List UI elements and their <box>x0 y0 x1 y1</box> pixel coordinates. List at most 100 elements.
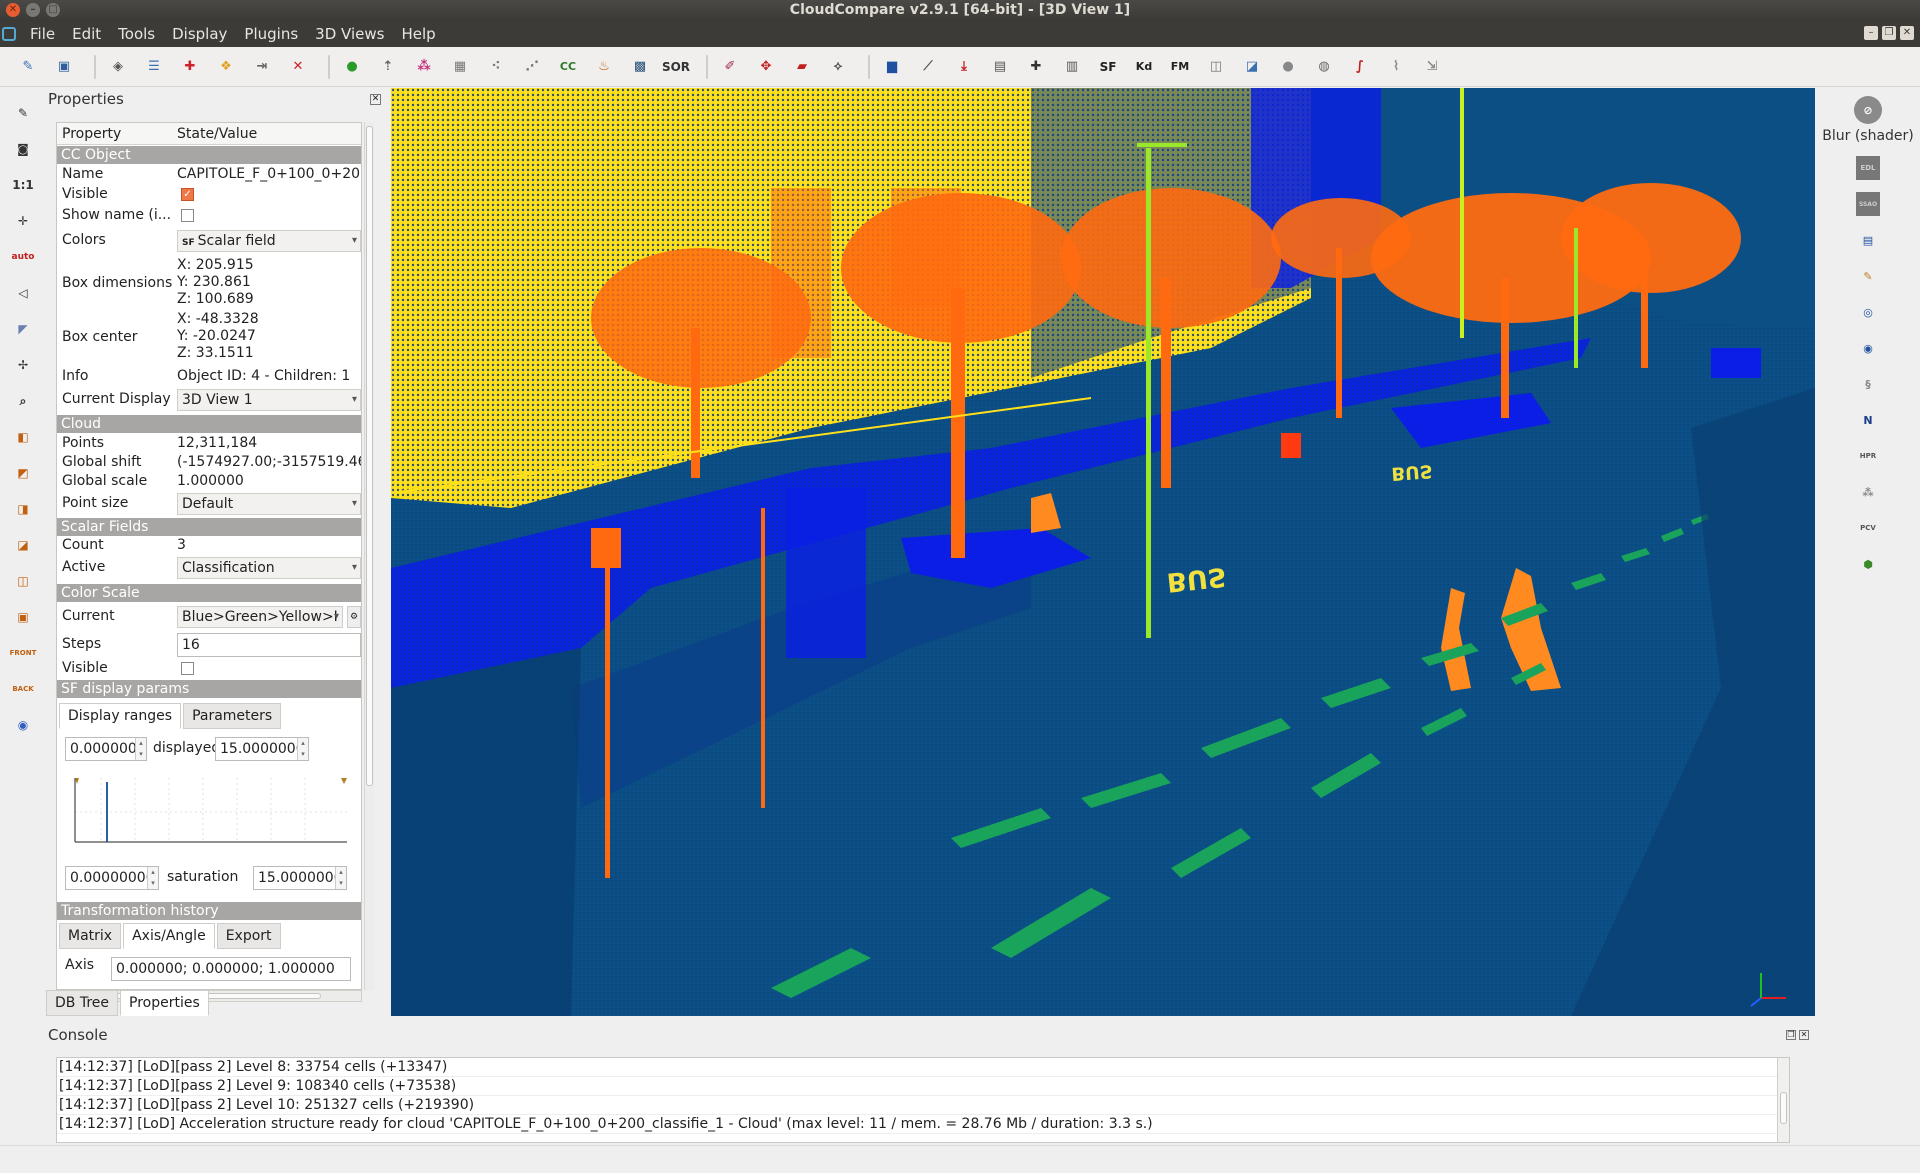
merge-icon[interactable]: ❖ <box>212 53 240 81</box>
iso-back-icon[interactable]: BACK <box>10 676 36 702</box>
back-view-icon[interactable]: ◪ <box>10 532 36 558</box>
scissors-icon[interactable]: ▰ <box>788 53 816 81</box>
mdi-restore-button[interactable]: ❐ <box>1882 26 1896 40</box>
tab-axis-angle[interactable]: Axis/Angle <box>123 923 215 949</box>
steps-input[interactable]: 16 <box>177 633 361 657</box>
checker-icon[interactable]: ▩ <box>626 53 654 81</box>
plus-icon[interactable]: ✚ <box>1022 53 1050 81</box>
spin-arrows-icon[interactable]: ▴ ▾ <box>335 867 346 889</box>
pen-icon[interactable]: ✎ <box>10 100 36 126</box>
tab-parameters[interactable]: Parameters <box>183 703 282 729</box>
spin-arrows-icon[interactable]: ▴ ▾ <box>147 867 158 889</box>
sample-icon[interactable]: ⁂ <box>410 53 438 81</box>
tab-export[interactable]: Export <box>216 923 281 949</box>
console-scrollbar[interactable] <box>1777 1058 1789 1142</box>
displayed-min-input[interactable]: 0.0000000( ▴ ▾ <box>65 737 147 761</box>
window-close-button[interactable]: ✕ <box>6 3 20 17</box>
cloud-compare-icon[interactable]: ◪ <box>1238 53 1266 81</box>
menu-help[interactable]: Help <box>395 25 446 43</box>
sf-icon[interactable]: SF <box>1094 53 1122 81</box>
sor-icon[interactable]: SOR <box>662 53 690 81</box>
camera-icon[interactable]: ◙ <box>10 136 36 162</box>
top-view-icon[interactable]: ◧ <box>10 424 36 450</box>
segment-icon[interactable]: ⇥ <box>248 53 276 81</box>
pcv-icon[interactable]: PCV <box>1856 516 1880 540</box>
globe-icon[interactable]: ◍ <box>1310 53 1338 81</box>
window-maximize-button[interactable]: □ <box>46 3 60 17</box>
tab-matrix[interactable]: Matrix <box>59 923 122 949</box>
stereo-icon[interactable]: ◉ <box>10 712 36 738</box>
clone-icon[interactable]: ◈ <box>104 53 132 81</box>
perspective-icon[interactable]: ◁ <box>10 280 36 306</box>
tab-display-ranges[interactable]: Display ranges <box>59 703 182 729</box>
kd-icon[interactable]: Kd <box>1130 53 1158 81</box>
spin-arrows-icon[interactable]: ▴ ▾ <box>135 738 146 760</box>
plot-icon[interactable]: ⟋ <box>914 53 942 81</box>
spin-arrows-icon[interactable]: ▴ ▾ <box>297 738 308 760</box>
left-view-icon[interactable]: ◨ <box>10 496 36 522</box>
console-float-button[interactable]: ❐ <box>1786 1030 1796 1040</box>
tab-db-tree[interactable]: DB Tree <box>46 990 119 1016</box>
gear-icon[interactable]: ⚙ <box>347 606 361 628</box>
zoom-icon[interactable]: ⌕ <box>10 388 36 414</box>
sphere-icon[interactable]: ● <box>1274 53 1302 81</box>
spiral-icon[interactable]: § <box>1856 372 1880 396</box>
ssao-icon[interactable]: SSAO <box>1856 192 1880 216</box>
mesh-icon[interactable]: ▦ <box>446 53 474 81</box>
open-icon[interactable]: ✎ <box>14 53 42 81</box>
saturation-min-input[interactable]: 0.00000000 ▴ ▾ <box>65 866 159 890</box>
scrollbar-thumb[interactable] <box>366 126 373 786</box>
pivot-icon[interactable]: ✢ <box>10 352 36 378</box>
animation-icon[interactable]: ▤ <box>1856 228 1880 252</box>
window-minimize-button[interactable]: – <box>26 3 40 17</box>
curve-icon[interactable]: ∫ <box>1346 53 1374 81</box>
max-icon[interactable]: ⤓ <box>950 53 978 81</box>
menu-tools[interactable]: Tools <box>112 25 166 43</box>
north-icon[interactable]: N <box>1856 408 1880 432</box>
right-view-icon[interactable]: ◫ <box>10 568 36 594</box>
mdi-minimize-button[interactable]: – <box>1864 26 1878 40</box>
displayed-max-input[interactable]: 15.00000000 ▴ ▾ <box>215 737 309 761</box>
min-slider-icon[interactable] <box>75 778 79 784</box>
translate-icon[interactable]: ✥ <box>752 53 780 81</box>
3d-view[interactable]: BUS BUS <box>391 88 1815 1016</box>
show-name-checkbox[interactable] <box>181 209 194 222</box>
console-log[interactable]: [14:12:37] [LoD][pass 2] Level 8: 33754 … <box>56 1057 1790 1143</box>
front-view-icon[interactable]: ◩ <box>10 460 36 486</box>
visible-checkbox[interactable]: ✓ <box>181 188 194 201</box>
cc-icon[interactable]: CC <box>554 53 582 81</box>
colors-combo[interactable]: SF Scalar field ▾ <box>177 230 361 252</box>
blur-shader-icon[interactable]: ⊘ <box>1854 96 1882 124</box>
saturation-max-input[interactable]: 15.0000000( ▴ ▾ <box>253 866 347 890</box>
calc-icon[interactable]: ▤ <box>986 53 1014 81</box>
save-icon[interactable]: ▣ <box>50 53 78 81</box>
properties-close-button[interactable]: ✕ <box>370 94 381 105</box>
noise-icon[interactable]: ⁖ <box>482 53 510 81</box>
auto-pivot-icon[interactable]: auto <box>10 244 36 270</box>
menu-edit[interactable]: Edit <box>66 25 112 43</box>
point-cloud-render[interactable]: BUS BUS <box>391 88 1815 1016</box>
sf-histogram[interactable] <box>67 772 355 856</box>
normals-icon[interactable]: ⇡ <box>374 53 402 81</box>
pick-icon[interactable]: ✐ <box>716 53 744 81</box>
cork-icon[interactable]: ⬢ <box>1856 552 1880 576</box>
edl-icon[interactable]: EDL <box>1856 156 1880 180</box>
color-icon[interactable]: ● <box>338 53 366 81</box>
point-size-combo[interactable]: Default ▾ <box>177 493 361 515</box>
color-scale-combo[interactable]: Blue>Green>Yellow>I ▾ <box>177 606 343 628</box>
menu-3d-views[interactable]: 3D Views <box>309 25 395 43</box>
subsample-icon[interactable]: ⋰ <box>518 53 546 81</box>
bottom-view-icon[interactable]: ▣ <box>10 604 36 630</box>
active-sf-combo[interactable]: Classification ▾ <box>177 557 361 579</box>
mesh-compare-icon[interactable]: ◫ <box>1202 53 1230 81</box>
axis-input[interactable]: 0.000000; 0.000000; 1.000000 <box>111 957 351 981</box>
light-icon[interactable]: ◤ <box>10 316 36 342</box>
console-close-button[interactable]: ✕ <box>1799 1030 1809 1040</box>
properties-vertical-scrollbar[interactable] <box>364 122 374 990</box>
mdi-close-button[interactable]: ✕ <box>1900 26 1914 40</box>
current-display-combo[interactable]: 3D View 1 ▾ <box>177 389 361 411</box>
sphere-icon[interactable]: ◉ <box>1856 336 1880 360</box>
menu-file[interactable]: File <box>24 25 66 43</box>
m3c2-icon[interactable]: ⁂ <box>1856 480 1880 504</box>
scrollbar-thumb[interactable] <box>1780 1092 1787 1124</box>
